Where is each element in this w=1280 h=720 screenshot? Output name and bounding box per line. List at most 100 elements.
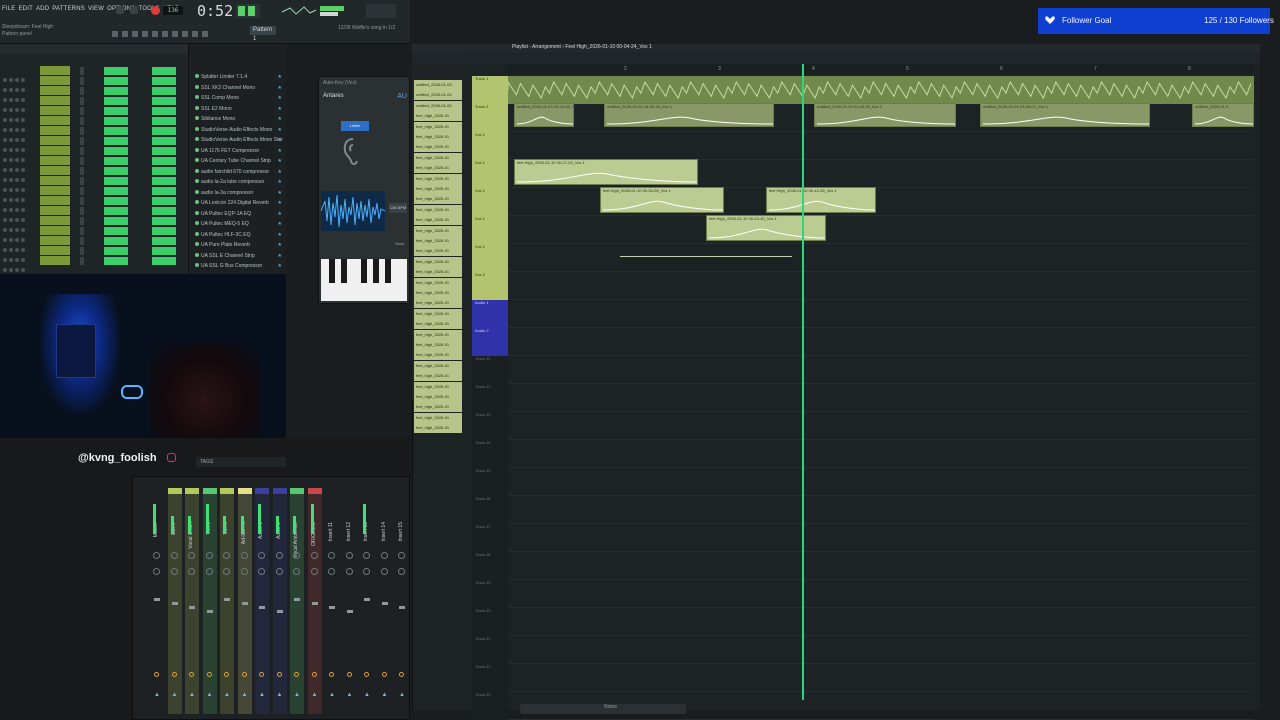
track-header[interactable]: Track 21 [472,636,508,664]
favorite-star-icon[interactable]: ★ [278,232,282,238]
pattern-item[interactable]: untitled_2026-01-03 [414,80,462,90]
mute-led[interactable] [80,147,84,155]
pan-knob[interactable] [345,552,353,559]
route-arrow-icon[interactable]: ▲ [189,692,195,698]
channel-row[interactable] [0,116,188,132]
step-button[interactable] [170,247,176,255]
step-button[interactable] [170,227,176,235]
channel-controls[interactable] [3,169,33,182]
record-button[interactable] [151,6,160,15]
audio-clip[interactable]: feel High_2026-01-10 00-42-28_Vox 1 [766,187,876,213]
step-button[interactable] [170,207,176,215]
channel-name-button[interactable] [40,226,70,235]
favorite-star-icon[interactable]: ★ [278,190,282,196]
pattern-item[interactable]: feel_high_2026-01 [414,173,462,184]
pan-knob[interactable] [363,552,370,559]
menu-item-edit[interactable]: EDIT [18,6,32,12]
browser-item[interactable]: Sibilance Mono [195,116,283,122]
step-button[interactable] [122,187,128,195]
mixer-strip[interactable]: Insert 11 ▲ [325,492,339,714]
channel-row[interactable] [0,86,188,102]
mute-led[interactable] [80,187,84,195]
channel-controls[interactable] [3,189,33,202]
channel-controls[interactable] [3,259,33,272]
channel-name-button[interactable] [40,156,70,165]
pattern-item[interactable]: feel_high_2026-01 [414,298,462,309]
listen-button[interactable]: Listen [341,121,369,131]
pattern-item[interactable]: feel_high_2026-01 [414,350,462,361]
send-knob[interactable] [329,672,334,677]
favorite-star-icon[interactable]: ★ [278,116,282,122]
route-arrow-icon[interactable]: ▲ [312,692,318,698]
favorite-star-icon[interactable]: ★ [278,95,282,101]
step-button[interactable] [170,177,176,185]
pan-knob[interactable] [310,552,318,559]
mixer-strip[interactable]: Audio 1 ▲ [255,488,269,714]
channel-row[interactable] [0,126,188,142]
step-button[interactable] [170,117,176,125]
track-header[interactable]: Track 17 [472,524,508,552]
mute-led[interactable] [80,97,84,105]
pan-knob[interactable] [380,552,388,559]
route-arrow-icon[interactable]: ▲ [224,692,230,698]
step-button[interactable] [170,237,176,245]
audio-clip[interactable]: feel High_2026-01-10 00-27-22_Vox 1 [514,159,698,185]
channel-row[interactable] [0,246,188,262]
channel-row[interactable] [0,156,188,172]
pattern-item[interactable]: feel_high_2026-01 [414,163,462,174]
mixer-strip[interactable]: BEAT ▲ [167,488,182,714]
favorite-star-icon[interactable]: ★ [278,137,282,143]
pattern-item[interactable]: untitled_2026-01-04 [414,90,462,101]
step-button[interactable] [122,147,128,155]
favorite-star-icon[interactable]: ★ [278,148,282,154]
pattern-item[interactable]: feel_high_2026-01 [414,142,462,153]
favorite-star-icon[interactable]: ★ [278,211,282,217]
channel-row[interactable] [0,76,188,92]
track-header[interactable]: Track 15 [472,468,508,496]
channel-controls[interactable] [3,69,33,82]
track-header[interactable]: Track 23 [472,692,508,720]
volume-fader[interactable] [311,602,318,605]
track-header[interactable]: Track 16 [472,496,508,524]
pattern-item[interactable]: feel_high_2026-01 [414,267,462,278]
browser-item[interactable]: audio fairchild 670 compressor [195,168,283,175]
browser-item[interactable]: UA Lexicon 224 Digital Reverb [195,200,283,206]
channel-controls[interactable] [3,179,33,192]
pan-knob[interactable] [240,552,248,559]
mixer-strip[interactable]: Insert 15 ▲ [395,492,409,714]
pattern-item[interactable]: untitled_2026-01-05 [414,100,462,111]
mixer-strip[interactable]: Insert 12 ▲ [343,492,357,714]
step-button[interactable] [122,177,128,185]
browser-item[interactable]: UA SSL G Bus Compressor [195,263,283,269]
channel-row[interactable] [0,146,188,162]
volume-fader[interactable] [346,610,353,613]
step-button[interactable] [170,147,176,155]
volume-fader[interactable] [364,598,370,601]
channel-row[interactable] [0,136,188,152]
channel-controls[interactable] [3,119,33,132]
volume-fader[interactable] [241,602,248,605]
menu-item-file[interactable]: FILE [2,6,15,12]
favorite-star-icon[interactable]: ★ [278,263,282,269]
channel-name-button[interactable] [40,146,70,155]
stereo-knob[interactable] [310,568,318,575]
menu-item-view[interactable]: VIEW [88,6,104,12]
step-button[interactable] [170,257,176,265]
mixer-strip[interactable]: Ad-libs Fx ▲ [237,488,252,714]
audio-clip[interactable]: untitled_2026-01-03 16-05-18_Vox 1 [604,103,774,127]
pan-knob[interactable] [398,552,405,559]
track-header[interactable]: Track 11 [472,356,508,384]
mixer-strip[interactable]: Vox 2 ▲ [220,488,234,714]
send-knob[interactable] [294,672,299,677]
mute-led[interactable] [80,87,84,95]
mute-led[interactable] [80,257,84,265]
channel-row[interactable] [0,96,188,112]
mute-led[interactable] [80,227,84,235]
step-button[interactable] [122,137,128,145]
channel-controls[interactable] [3,149,33,162]
route-arrow-icon[interactable]: ▲ [294,692,300,698]
pattern-item[interactable]: feel_high_2026-01 [414,277,462,288]
mute-led[interactable] [80,247,84,255]
pattern-item[interactable]: feel_high_2026-01 [414,152,462,163]
step-button[interactable] [122,77,128,85]
